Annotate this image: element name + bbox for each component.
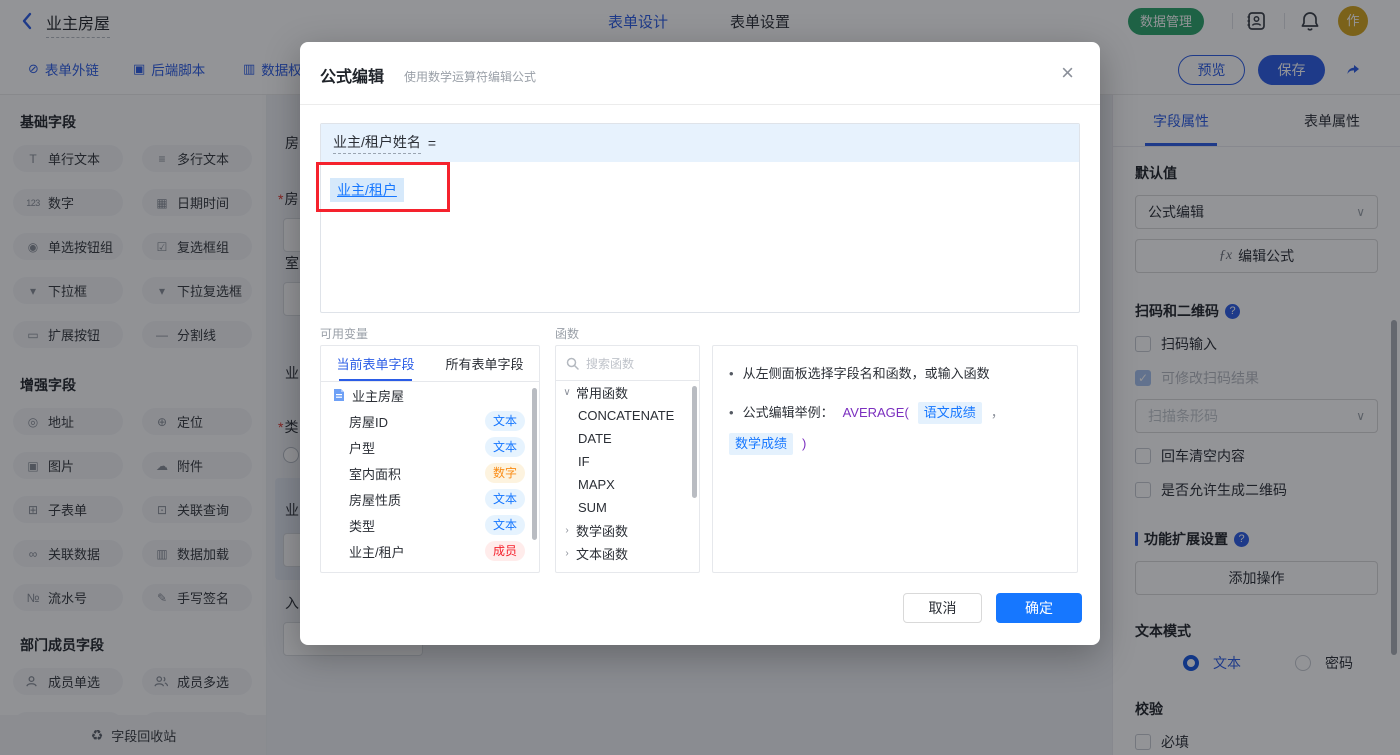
type-tag: 成员 [484, 541, 525, 561]
dialog-subtitle: 使用数学运算符编辑公式 [404, 70, 537, 84]
dialog-header: 公式编辑 使用数学运算符编辑公式 × [300, 42, 1100, 105]
function-group-common[interactable]: ∨ 常用函数 [556, 381, 699, 404]
tips-panel: • 从左侧面板选择字段名和函数，或输入函数 • 公式编辑举例： AVERAGE(… [712, 345, 1078, 573]
chevron-right-icon: › [565, 548, 569, 559]
close-icon[interactable]: × [1061, 59, 1074, 87]
variables-root-node[interactable]: 业主房屋 [321, 382, 539, 408]
variables-label: 可用变量 [320, 327, 369, 341]
function-item[interactable]: CONCATENATE [556, 404, 699, 427]
function-item[interactable]: IF [556, 450, 699, 473]
example-field-chip: 数学成绩 [729, 433, 794, 455]
search-placeholder: 搜索函数 [586, 356, 635, 371]
formula-target-field: 业主/租户姓名 [333, 132, 421, 154]
tab-current-form-fields[interactable]: 当前表单字段 [321, 346, 430, 381]
function-item[interactable]: DATE [556, 427, 699, 450]
confirm-button[interactable]: 确定 [996, 593, 1082, 623]
type-tag: 文本 [484, 515, 525, 535]
search-icon [566, 357, 579, 370]
equals-sign: = [427, 135, 437, 151]
cancel-button[interactable]: 取消 [903, 593, 982, 623]
app-root: 业主房屋 表单设计 表单设置 数据管理 作 ⊘ 表单外链 ▣ 后端脚本 ▥ 数据… [0, 0, 1400, 755]
function-item[interactable]: SUM [556, 496, 699, 519]
variable-item[interactable]: 室内面积 数字 [321, 460, 539, 486]
variable-item[interactable]: 类型 文本 [321, 512, 539, 538]
chevron-right-icon: › [565, 525, 569, 536]
functions-scrollbar[interactable] [692, 386, 697, 498]
formula-edit-dialog: 公式编辑 使用数学运算符编辑公式 × 业主/租户姓名 = 业主/租户 可用变量 … [300, 42, 1100, 645]
function-group-math[interactable]: › 数学函数 [556, 519, 699, 542]
chevron-down-icon: ∨ [563, 387, 571, 398]
variables-scrollbar[interactable] [532, 388, 537, 540]
example-function-close: ) [802, 436, 807, 451]
variable-item[interactable]: 业主/租户 成员 [321, 538, 539, 564]
type-tag: 文本 [484, 489, 525, 509]
dialog-title: 公式编辑 [320, 69, 385, 86]
functions-label: 函数 [555, 327, 580, 341]
tab-all-form-fields[interactable]: 所有表单字段 [430, 346, 539, 381]
variable-item[interactable]: 房屋ID 文本 [321, 408, 539, 434]
tip-line-1: • 从左侧面板选择字段名和函数，或输入函数 [713, 364, 1077, 384]
function-search-input[interactable]: 搜索函数 [556, 346, 699, 381]
example-comma: ， [990, 405, 1004, 420]
variables-panel: 当前表单字段 所有表单字段 业主房屋 房屋ID 文本 户型 文本 室内面积 数字 房屋… [320, 345, 540, 573]
bullet: • [729, 405, 734, 420]
example-function-open: AVERAGE( [842, 405, 909, 420]
annotation-red-rectangle [316, 162, 450, 212]
variable-item[interactable]: 户型 文本 [321, 434, 539, 460]
function-item[interactable]: MAPX [556, 473, 699, 496]
formula-editor[interactable]: 业主/租户姓名 = [320, 123, 1080, 313]
type-tag: 文本 [484, 411, 525, 431]
variable-item[interactable]: 房屋性质 文本 [321, 486, 539, 512]
bullet: • [729, 366, 734, 381]
functions-panel: 搜索函数 ∨ 常用函数 CONCATENATE DATE IF MAPX SUM … [555, 345, 700, 573]
type-tag: 文本 [484, 437, 525, 457]
function-group-text[interactable]: › 文本函数 [556, 542, 699, 565]
form-doc-icon [333, 388, 345, 402]
formula-target-bar: 业主/租户姓名 = [321, 124, 1079, 162]
variables-tabs: 当前表单字段 所有表单字段 [321, 346, 539, 382]
example-field-chip: 语文成绩 [917, 402, 982, 424]
type-tag: 数字 [484, 463, 525, 483]
tip-line-2: • 公式编辑举例： AVERAGE( 语文成绩 ， 数学成绩 ) [713, 402, 1077, 455]
